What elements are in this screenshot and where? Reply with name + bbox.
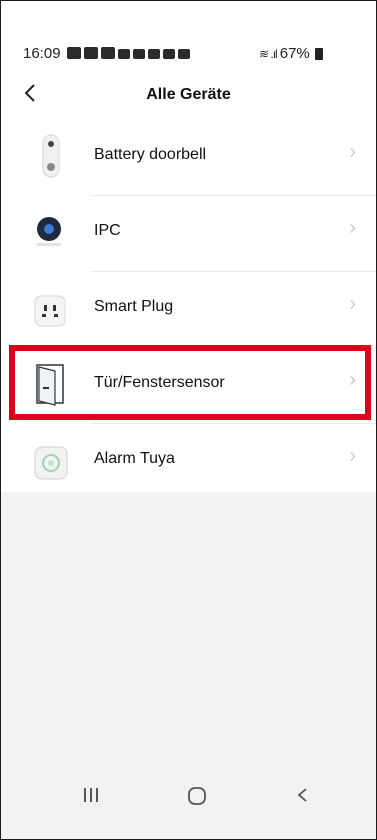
plug-icon xyxy=(31,283,71,333)
doorbell-icon xyxy=(31,131,71,181)
status-time: 16:09 xyxy=(23,45,61,62)
system-status: ≋ .ıl 67% xyxy=(259,45,323,62)
recent-apps-icon[interactable] xyxy=(81,785,101,811)
device-row-battery-doorbell[interactable]: Battery doorbell › xyxy=(1,119,376,195)
home-icon[interactable] xyxy=(186,785,208,813)
battery-icon xyxy=(314,47,323,60)
youtube-icon xyxy=(148,49,160,59)
page-title: Alle Geräte xyxy=(146,86,231,103)
chevron-right-icon: › xyxy=(349,445,356,467)
play-icon xyxy=(163,49,175,59)
device-label: Alarm Tuya xyxy=(94,450,175,467)
back-icon[interactable] xyxy=(293,785,313,811)
calendar-icon xyxy=(178,49,190,59)
device-label: IPC xyxy=(94,222,121,239)
status-bar: 16:09 ≋ .ıl 67% xyxy=(1,39,376,65)
wifi-icon: ≋ .ıl xyxy=(259,46,278,61)
device-label: Smart Plug xyxy=(94,298,174,315)
nav-header: Alle Geräte xyxy=(1,75,376,115)
phone-screen: 16:09 ≋ .ıl 67% Alle Geräte Battery door… xyxy=(0,0,377,840)
device-row-ipc[interactable]: IPC › xyxy=(1,195,376,271)
system-nav-bar xyxy=(1,767,376,831)
device-row-smart-plug[interactable]: Smart Plug › xyxy=(1,271,376,347)
chevron-right-icon: › xyxy=(349,217,356,239)
cloud-icon xyxy=(133,49,145,59)
battery-percent: 67% xyxy=(279,45,310,62)
notification-icon xyxy=(67,47,81,59)
device-row-alarm-tuya[interactable]: Alarm Tuya › xyxy=(1,423,376,499)
highlight-box xyxy=(9,345,371,420)
chevron-right-icon: › xyxy=(349,293,356,315)
notification-icon xyxy=(101,47,115,59)
image-icon xyxy=(118,49,130,59)
mail-icon xyxy=(84,47,98,59)
camera-icon xyxy=(31,207,71,257)
notification-icons xyxy=(67,47,190,59)
alarm-icon xyxy=(31,435,71,485)
device-label: Battery doorbell xyxy=(94,146,207,163)
chevron-right-icon: › xyxy=(349,141,356,163)
